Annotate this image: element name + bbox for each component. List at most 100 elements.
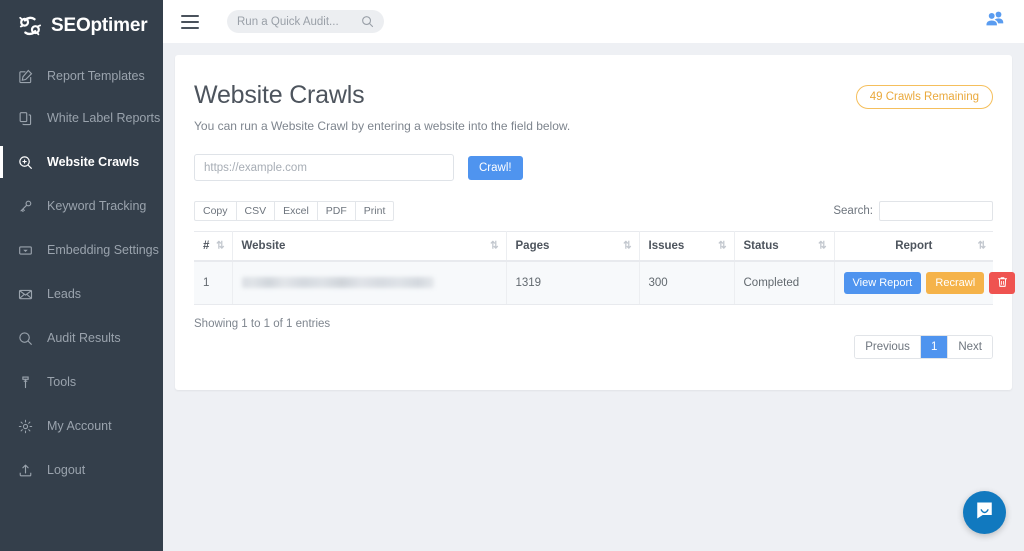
sidebar-nav: Report Templates White Label Reports — [0, 60, 163, 486]
wrench-icon — [17, 374, 34, 391]
column-header-report[interactable]: Report ⇅ — [834, 232, 993, 262]
quick-audit-search[interactable] — [227, 10, 384, 33]
export-copy-button[interactable]: Copy — [194, 201, 237, 221]
redacted-website-url — [242, 277, 434, 288]
export-excel-button[interactable]: Excel — [274, 201, 318, 221]
envelope-icon — [17, 286, 34, 303]
sidebar-item-my-account[interactable]: My Account — [0, 410, 163, 442]
pagination-next[interactable]: Next — [948, 336, 992, 358]
table-search: Search: — [833, 201, 993, 221]
pagination: Previous 1 Next — [854, 335, 993, 359]
hamburger-menu-icon[interactable] — [181, 15, 199, 29]
delete-crawl-button[interactable] — [989, 272, 1015, 294]
column-header-status[interactable]: Status ⇅ — [734, 232, 834, 262]
search-icon — [361, 15, 374, 33]
table-head: # ⇅ Website ⇅ Pages ⇅ Issues — [194, 232, 993, 262]
entries-info: Showing 1 to 1 of 1 entries — [194, 318, 993, 330]
quick-audit-input[interactable] — [237, 16, 355, 28]
sidebar-item-tools[interactable]: Tools — [0, 366, 163, 398]
sidebar-item-label: Tools — [47, 375, 76, 389]
brand-name: SEOptimer — [51, 15, 147, 37]
seoptimer-logo-icon — [17, 13, 43, 39]
embed-box-icon — [17, 242, 34, 259]
crawl-url-input[interactable] — [194, 154, 454, 181]
column-header-issues[interactable]: Issues ⇅ — [639, 232, 734, 262]
sort-icon[interactable]: ⇅ — [718, 241, 725, 252]
cell-index: 1 — [194, 261, 232, 305]
crawls-table: # ⇅ Website ⇅ Pages ⇅ Issues — [194, 231, 993, 305]
export-print-button[interactable]: Print — [355, 201, 395, 221]
cell-pages: 1319 — [506, 261, 639, 305]
table-body: 1 1319 300 Completed View Report Recrawl — [194, 261, 993, 305]
sidebar-item-website-crawls[interactable]: Website Crawls — [0, 146, 163, 178]
column-label: Pages — [516, 240, 550, 252]
sidebar-item-label: Leads — [47, 287, 81, 301]
cell-website — [232, 261, 506, 305]
key-icon — [17, 198, 34, 215]
view-report-button[interactable]: View Report — [844, 272, 922, 294]
table-search-input[interactable] — [879, 201, 993, 221]
chat-bubble-smile-icon — [974, 500, 995, 526]
column-label: Website — [242, 240, 286, 252]
search-plus-icon — [17, 154, 34, 171]
brand-logo-block[interactable]: SEOptimer — [0, 0, 163, 52]
sort-icon[interactable]: ⇅ — [978, 241, 985, 252]
pagination-previous[interactable]: Previous — [855, 336, 921, 358]
sidebar-item-leads[interactable]: Leads — [0, 278, 163, 310]
table-search-label: Search: — [833, 205, 873, 217]
chat-widget-button[interactable] — [963, 491, 1006, 534]
pagination-page-1[interactable]: 1 — [921, 336, 948, 358]
sidebar-item-report-templates[interactable]: Report Templates — [0, 60, 163, 92]
export-buttons-group: Copy CSV Excel PDF Print — [194, 201, 393, 221]
logout-upload-icon — [17, 462, 34, 479]
export-pdf-button[interactable]: PDF — [317, 201, 356, 221]
sort-icon[interactable]: ⇅ — [623, 241, 630, 252]
crawls-remaining-badge[interactable]: 49 Crawls Remaining — [856, 85, 993, 109]
sort-icon[interactable]: ⇅ — [818, 241, 825, 252]
sidebar-item-label: Logout — [47, 463, 85, 477]
crawl-submit-button[interactable]: Crawl! — [468, 156, 523, 180]
topbar-right — [984, 10, 1006, 33]
website-crawls-card: Website Crawls You can run a Website Cra… — [175, 55, 1012, 390]
recrawl-button[interactable]: Recrawl — [926, 272, 984, 294]
cell-issues: 300 — [639, 261, 734, 305]
sidebar-item-label: Audit Results — [47, 331, 121, 345]
sidebar-item-label: My Account — [47, 419, 112, 433]
column-header-index[interactable]: # ⇅ — [194, 232, 232, 262]
app-root: SEOptimer Report Templates — [0, 0, 1024, 551]
table-toolbar: Copy CSV Excel PDF Print Search: — [194, 200, 993, 222]
copy-documents-icon — [17, 110, 34, 127]
table-row: 1 1319 300 Completed View Report Recrawl — [194, 261, 993, 305]
users-group-icon[interactable] — [984, 10, 1006, 33]
column-label: Status — [744, 240, 779, 252]
column-label: Issues — [649, 240, 685, 252]
page-subtitle: You can run a Website Crawl by entering … — [194, 119, 993, 133]
table-footer: Showing 1 to 1 of 1 entries Previous 1 N… — [194, 318, 993, 366]
sidebar-item-audit-results[interactable]: Audit Results — [0, 322, 163, 354]
table-header-row: # ⇅ Website ⇅ Pages ⇅ Issues — [194, 232, 993, 262]
card-header: Website Crawls You can run a Website Cra… — [194, 81, 993, 133]
sidebar-item-label: Report Templates — [47, 69, 145, 83]
main-area: Website Crawls You can run a Website Cra… — [163, 0, 1024, 551]
sidebar-item-label: White Label Reports — [47, 111, 160, 125]
sidebar-item-label: Keyword Tracking — [47, 199, 146, 213]
sidebar-item-white-label-reports[interactable]: White Label Reports — [0, 102, 163, 134]
sort-icon[interactable]: ⇅ — [490, 241, 497, 252]
sidebar-item-keyword-tracking[interactable]: Keyword Tracking — [0, 190, 163, 222]
export-csv-button[interactable]: CSV — [236, 201, 276, 221]
magnifier-icon — [17, 330, 34, 347]
sidebar-item-label: Embedding Settings — [47, 243, 159, 257]
column-header-website[interactable]: Website ⇅ — [232, 232, 506, 262]
sidebar-item-embedding-settings[interactable]: Embedding Settings — [0, 234, 163, 266]
column-header-pages[interactable]: Pages ⇅ — [506, 232, 639, 262]
column-label: Report — [895, 240, 932, 252]
gear-icon — [17, 418, 34, 435]
cell-status: Completed — [734, 261, 834, 305]
column-label: # — [203, 240, 209, 252]
sidebar-item-label: Website Crawls — [47, 155, 139, 169]
trash-icon — [997, 279, 1008, 291]
pencil-square-icon — [17, 68, 34, 85]
cell-report-actions: View Report Recrawl — [834, 261, 993, 305]
sidebar-item-logout[interactable]: Logout — [0, 454, 163, 486]
sort-icon[interactable]: ⇅ — [216, 241, 223, 252]
